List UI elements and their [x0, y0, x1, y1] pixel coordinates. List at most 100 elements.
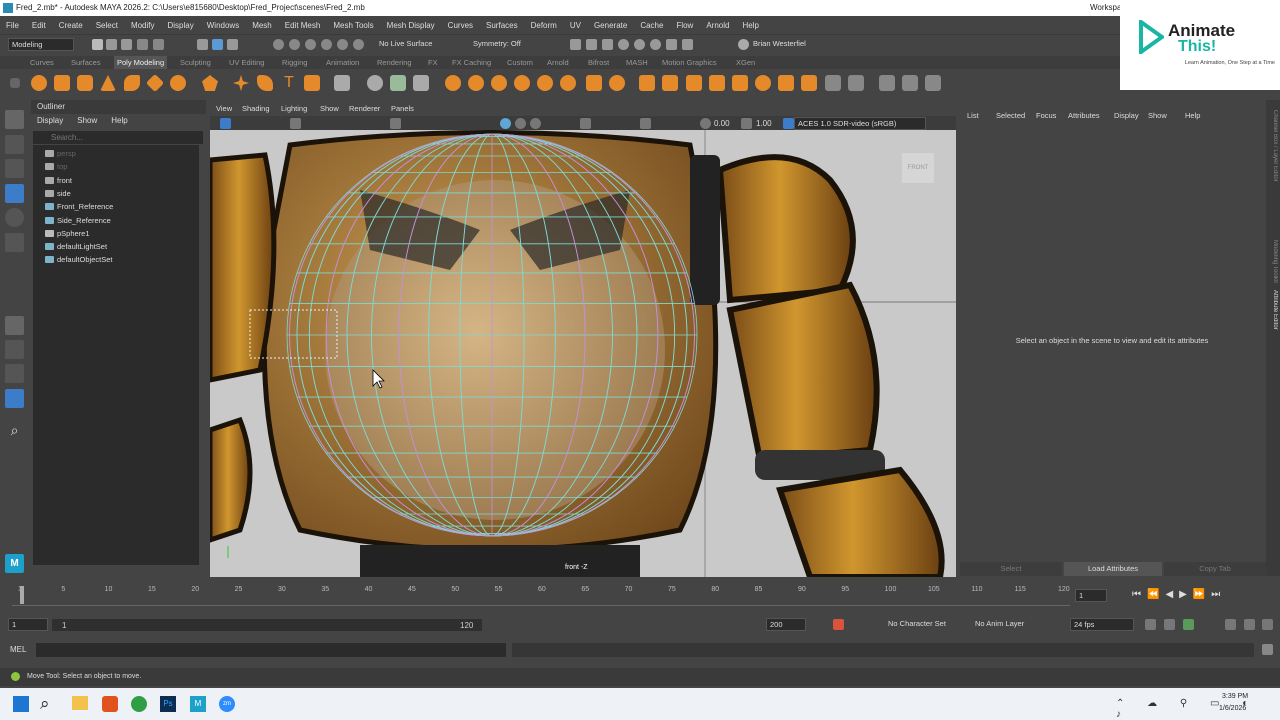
- menu-mesh-display[interactable]: Mesh Display: [387, 21, 435, 30]
- connect-icon[interactable]: [732, 75, 748, 91]
- sweep-mesh-icon[interactable]: [257, 75, 273, 91]
- outliner-item-defaultlightset[interactable]: defaultLightSet: [45, 240, 107, 253]
- mode-dropdown[interactable]: Modeling: [8, 38, 74, 51]
- viewport-menu-shading[interactable]: Shading: [242, 104, 270, 113]
- menu-create[interactable]: Create: [59, 21, 83, 30]
- taskbar-date[interactable]: 1/6/2026: [1219, 705, 1246, 712]
- outliner-item-side-reference[interactable]: Side_Reference: [45, 214, 111, 227]
- rotate-tool-icon[interactable]: [5, 208, 24, 227]
- two-pane-layout-icon[interactable]: [5, 364, 24, 383]
- outliner-menu-help[interactable]: Help: [111, 116, 127, 125]
- grid-toggle-icon[interactable]: [390, 118, 401, 129]
- select-objects-icon[interactable]: [212, 39, 223, 50]
- snap-point-icon[interactable]: [305, 39, 316, 50]
- outliner-item-top[interactable]: top: [45, 160, 67, 173]
- menu-flow[interactable]: Flow: [676, 21, 693, 30]
- gamma-value[interactable]: 1.00: [756, 119, 772, 128]
- shelf-tab-rendering[interactable]: Rendering: [377, 58, 412, 67]
- shelf-tab-poly-modeling[interactable]: Poly Modeling: [114, 56, 168, 69]
- move-tool-icon[interactable]: [5, 184, 24, 203]
- viewport-menu-panels[interactable]: Panels: [391, 104, 414, 113]
- arnold-ipr-icon[interactable]: [666, 39, 677, 50]
- outliner-item-side[interactable]: side: [45, 187, 71, 200]
- poly-plane-icon[interactable]: [145, 73, 165, 93]
- system-tray-icons[interactable]: ⌃ ☁ ⚲ ▭ ◐ ♪: [1116, 698, 1280, 720]
- attribute-menu-attributes[interactable]: Attributes: [1068, 111, 1100, 120]
- ipr-render-icon[interactable]: [602, 39, 613, 50]
- menu-surfaces[interactable]: Surfaces: [486, 21, 518, 30]
- attribute-menu-display[interactable]: Display: [1114, 111, 1139, 120]
- playback-controls[interactable]: ⏮⏪◀▶⏩⏭: [1132, 589, 1226, 600]
- outliner-item-defaultobjectset[interactable]: defaultObjectSet: [45, 253, 112, 266]
- shelf-tab-mash[interactable]: MASH: [626, 58, 648, 67]
- animation-prefs-icon[interactable]: [1244, 619, 1255, 630]
- extrude-icon[interactable]: [445, 75, 461, 91]
- attribute-menu-focus[interactable]: Focus: [1036, 111, 1056, 120]
- menu-cache[interactable]: Cache: [640, 21, 663, 30]
- copy-tab-button[interactable]: Copy Tab: [1164, 562, 1266, 576]
- outliner-menu-display[interactable]: Display: [37, 116, 63, 125]
- exposure-value[interactable]: 0.00: [714, 119, 730, 128]
- slide-edge-icon[interactable]: [801, 75, 817, 91]
- auto-key-icon[interactable]: [833, 619, 844, 630]
- windows-start-icon[interactable]: [13, 696, 29, 712]
- viewport-panel[interactable]: FRONT front -Z: [210, 130, 956, 577]
- menu-curves[interactable]: Curves: [448, 21, 473, 30]
- viewport-menu-renderer[interactable]: Renderer: [349, 104, 380, 113]
- hard-edge-icon[interactable]: [902, 75, 918, 91]
- shelf-tab-fx-caching[interactable]: FX Caching: [452, 58, 491, 67]
- attribute-menu-show[interactable]: Show: [1148, 111, 1167, 120]
- merge-icon[interactable]: [686, 75, 702, 91]
- photoshop-icon[interactable]: Ps: [160, 696, 176, 712]
- anim-layer-dropdown[interactable]: No Anim Layer: [972, 618, 1042, 631]
- shelf-settings-icon[interactable]: [10, 78, 20, 88]
- menu-select[interactable]: Select: [96, 21, 118, 30]
- menu-arnold[interactable]: Arnold: [706, 21, 729, 30]
- character-set-dropdown[interactable]: No Character Set: [885, 618, 955, 631]
- outliner-item-persp[interactable]: persp: [45, 147, 76, 160]
- playback-settings-icon[interactable]: [1262, 619, 1273, 630]
- delete-history-icon[interactable]: [925, 75, 941, 91]
- poly-torus-icon[interactable]: [124, 75, 140, 91]
- isolate-select-icon[interactable]: [640, 118, 651, 129]
- time-slider[interactable]: 1510152025303540455055606570758085909510…: [0, 582, 1280, 608]
- new-scene-icon[interactable]: [92, 39, 103, 50]
- outliner-layout-icon[interactable]: [5, 389, 24, 408]
- select-tool-icon[interactable]: [5, 110, 24, 129]
- platonic-solid-icon[interactable]: [202, 75, 218, 91]
- snap-grid-icon[interactable]: [273, 39, 284, 50]
- shelf-tab-rigging[interactable]: Rigging: [282, 58, 307, 67]
- super-shape-icon[interactable]: [233, 75, 249, 91]
- shelf-tab-uv-editing[interactable]: UV Editing: [229, 58, 264, 67]
- snap-view-icon[interactable]: [353, 39, 364, 50]
- attribute-menu-list[interactable]: List: [967, 111, 979, 120]
- paint-select-tool-icon[interactable]: [5, 159, 24, 178]
- select-camera-icon[interactable]: [220, 118, 231, 129]
- viewport-menu-show[interactable]: Show: [320, 104, 339, 113]
- freeze-transforms-icon[interactable]: [848, 75, 864, 91]
- load-attributes-button[interactable]: Load Attributes: [1064, 562, 1162, 576]
- menu-deform[interactable]: Deform: [531, 21, 557, 30]
- four-pane-layout-icon[interactable]: [5, 340, 24, 359]
- search-icon[interactable]: ⌕: [5, 421, 24, 440]
- fill-hole-icon[interactable]: [586, 75, 602, 91]
- user-account-dropdown[interactable]: Brian Westerfiel: [750, 38, 816, 51]
- outliner-item-front-reference[interactable]: Front_Reference: [45, 200, 113, 213]
- soft-edge-icon[interactable]: [879, 75, 895, 91]
- append-polygon-icon[interactable]: [609, 75, 625, 91]
- select-button[interactable]: Select: [960, 562, 1062, 576]
- menu-uv[interactable]: UV: [570, 21, 581, 30]
- menu-generate[interactable]: Generate: [594, 21, 627, 30]
- pause-icon[interactable]: [682, 39, 693, 50]
- center-pivot-icon[interactable]: [825, 75, 841, 91]
- shelf-tab-motion-graphics[interactable]: Motion Graphics: [662, 58, 717, 67]
- poly-sphere-icon[interactable]: [31, 75, 47, 91]
- insert-edge-loop-icon[interactable]: [662, 75, 678, 91]
- snap-surface-icon[interactable]: [337, 39, 348, 50]
- select-components-icon[interactable]: [227, 39, 238, 50]
- multi-cut-icon[interactable]: [639, 75, 655, 91]
- time-ruler[interactable]: 1510152025303540455055606570758085909510…: [12, 584, 1070, 606]
- sound-icon[interactable]: [1225, 619, 1236, 630]
- color-space-dropdown[interactable]: ACES 1.0 SDR-video (sRGB): [794, 117, 926, 130]
- scale-tool-icon[interactable]: [5, 233, 24, 252]
